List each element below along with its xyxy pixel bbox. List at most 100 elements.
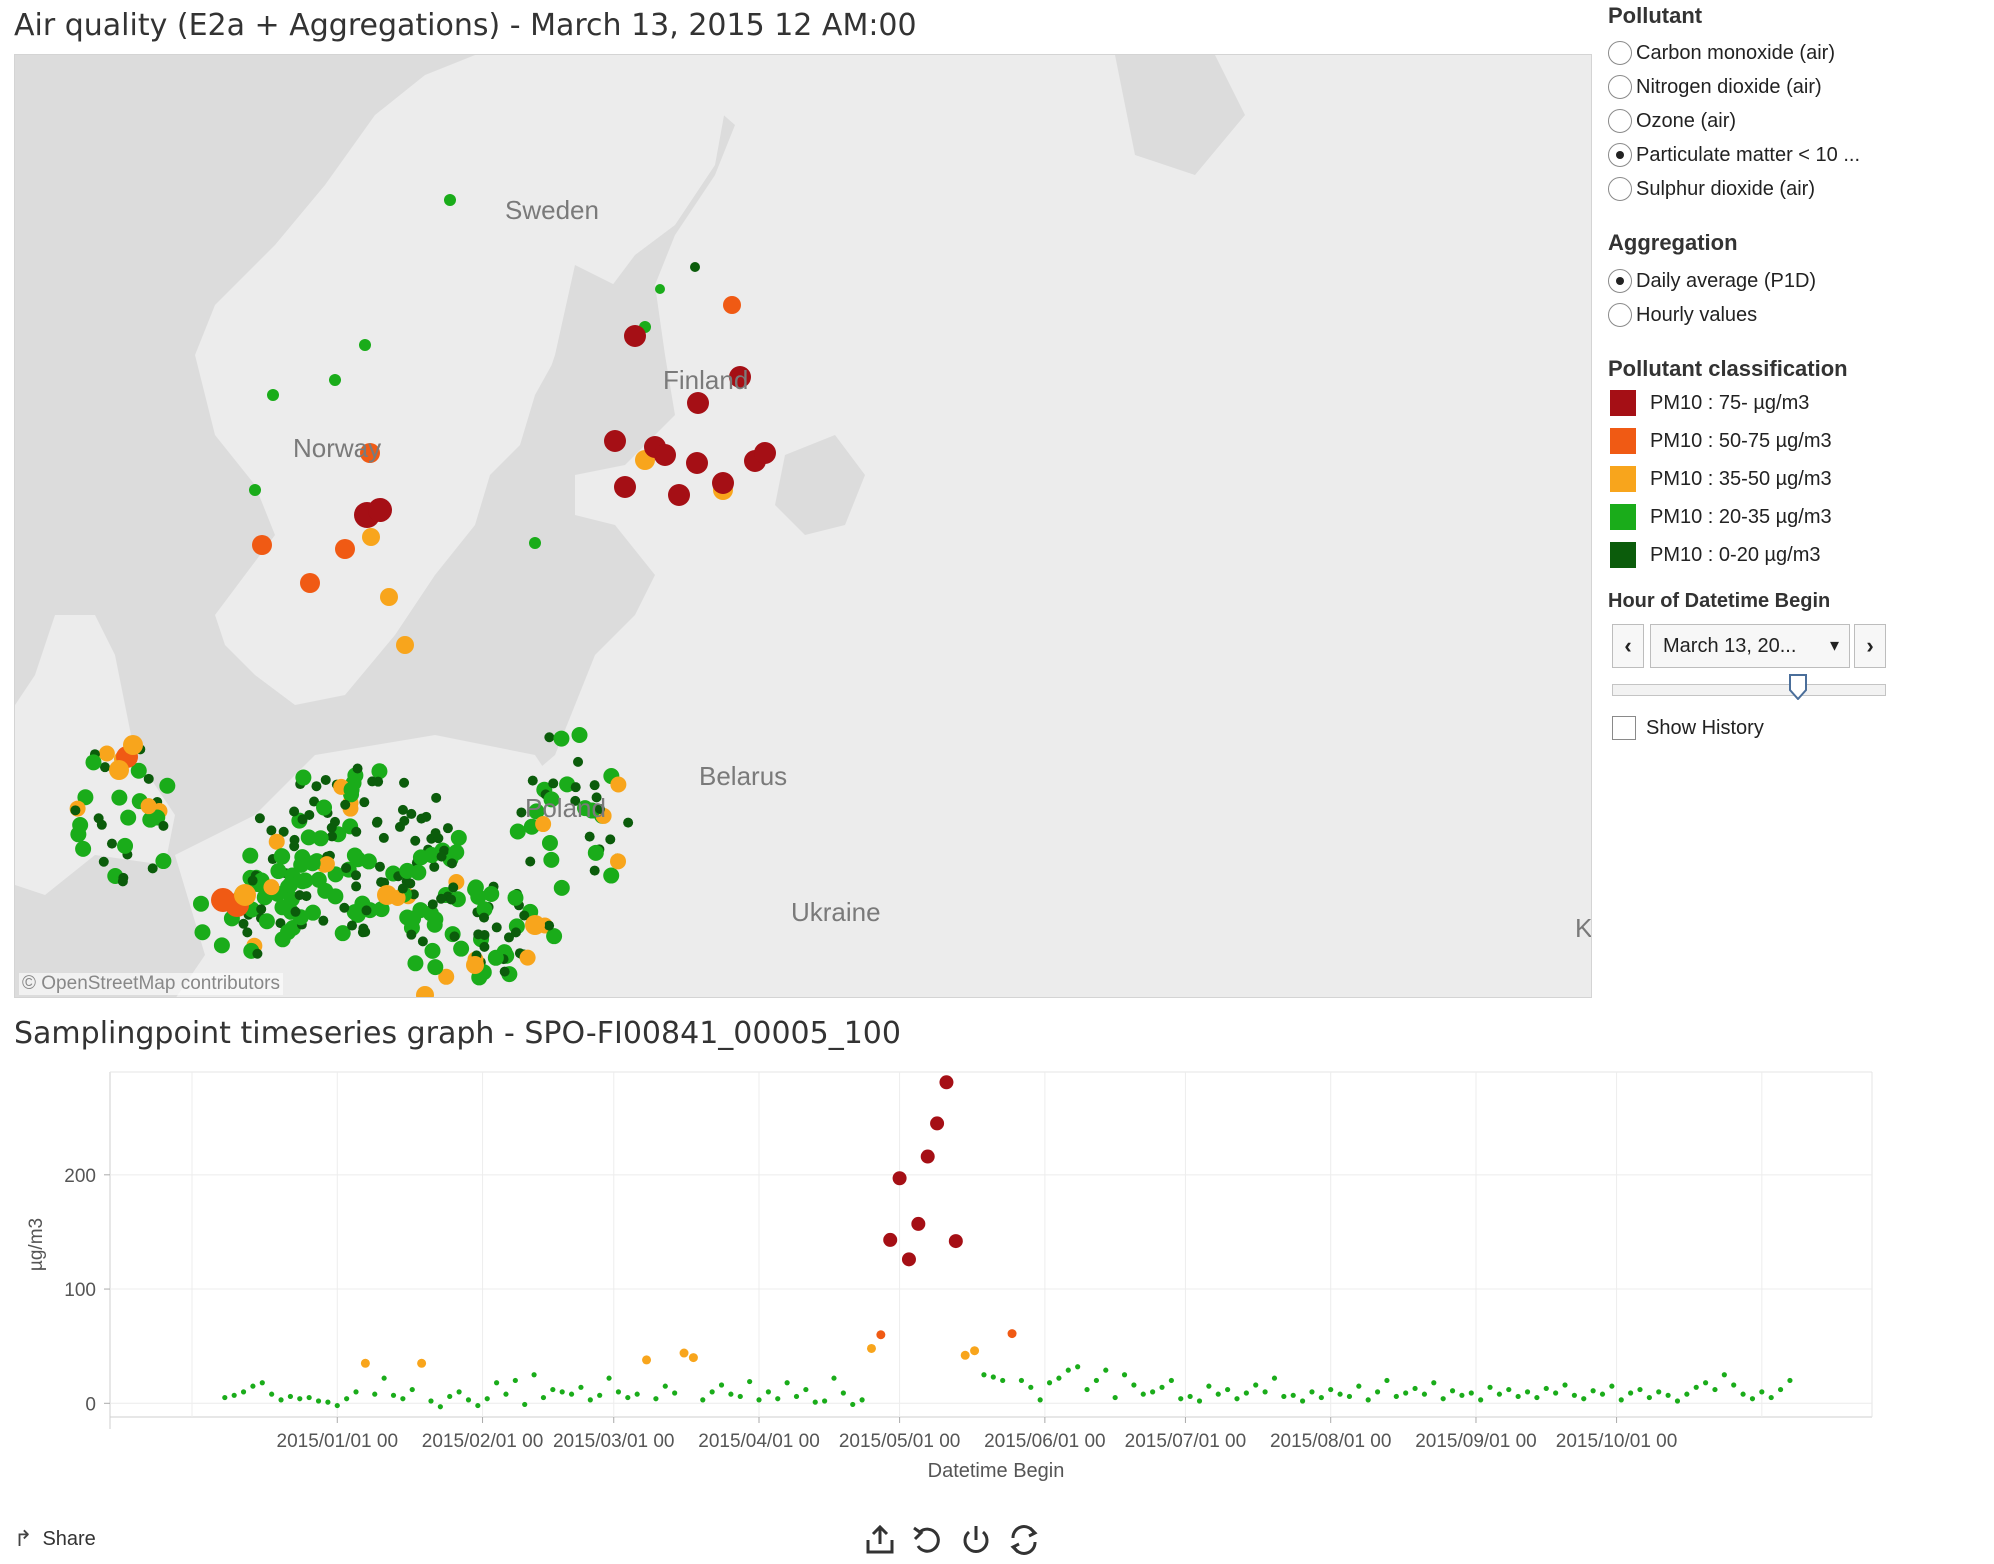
data-point bbox=[1721, 1372, 1727, 1378]
legend-item-20-35[interactable]: PM10 : 20-35 µg/m3 bbox=[1610, 502, 1832, 532]
data-point bbox=[709, 1389, 715, 1395]
hour-slider-thumb[interactable] bbox=[1789, 674, 1808, 700]
map-canvas[interactable] bbox=[15, 55, 1592, 998]
hour-filter-title: Hour of Datetime Begin bbox=[1608, 590, 1831, 612]
data-point bbox=[642, 1355, 652, 1365]
radio-hourly-values[interactable]: Hourly values bbox=[1608, 300, 1757, 330]
station-marker bbox=[294, 890, 305, 901]
station-marker bbox=[427, 959, 444, 976]
graph-title: Samplingpoint timeseries graph - SPO-FI0… bbox=[14, 1016, 901, 1051]
data-point bbox=[334, 1402, 340, 1409]
station-marker bbox=[399, 815, 410, 826]
refresh-icon[interactable] bbox=[1006, 1522, 1042, 1558]
data-point bbox=[465, 1397, 472, 1403]
hour-dropdown-value: March 13, 20... bbox=[1663, 634, 1797, 657]
station-marker bbox=[238, 918, 249, 929]
map-label-sweden: Sweden bbox=[505, 195, 599, 225]
station-marker bbox=[754, 442, 776, 464]
x-axis-title: Datetime Begin bbox=[928, 1460, 1065, 1482]
show-history-checkbox[interactable] bbox=[1612, 716, 1636, 740]
revert-icon[interactable] bbox=[958, 1522, 994, 1558]
radio-nitrogen-dioxide[interactable]: Nitrogen dioxide (air) bbox=[1608, 72, 1822, 102]
legend-item-35-50[interactable]: PM10 : 35-50 µg/m3 bbox=[1610, 464, 1832, 494]
data-point bbox=[1628, 1390, 1634, 1396]
radio-button[interactable] bbox=[1608, 75, 1632, 99]
data-point bbox=[948, 1234, 963, 1249]
data-point bbox=[1253, 1382, 1259, 1388]
radio-button[interactable] bbox=[1608, 303, 1632, 327]
radio-button[interactable] bbox=[1608, 109, 1632, 133]
share-export-icon[interactable] bbox=[862, 1522, 898, 1558]
station-marker bbox=[329, 816, 340, 827]
station-marker bbox=[340, 799, 351, 810]
data-point bbox=[578, 1384, 584, 1390]
station-marker bbox=[605, 834, 616, 845]
timeseries-chart[interactable]: 0 100 200 2015/01/01 00 2015/02/01 00 2015/03… bbox=[14, 1062, 1894, 1490]
previous-hour-button[interactable]: ‹ bbox=[1612, 624, 1644, 668]
data-point bbox=[1487, 1384, 1493, 1390]
hour-dropdown[interactable]: March 13, 20... ▾ bbox=[1650, 624, 1850, 668]
legend-item-0-20[interactable]: PM10 : 0-20 µg/m3 bbox=[1610, 540, 1821, 570]
data-point bbox=[1187, 1393, 1193, 1400]
legend-swatch bbox=[1610, 542, 1636, 568]
radio-daily-average[interactable]: Daily average (P1D) bbox=[1608, 266, 1816, 296]
station-marker bbox=[99, 762, 110, 773]
radio-button[interactable] bbox=[1608, 41, 1632, 65]
data-point bbox=[728, 1391, 734, 1397]
legend-item-75-plus[interactable]: PM10 : 75- µg/m3 bbox=[1610, 388, 1809, 418]
radio-button[interactable] bbox=[1608, 177, 1632, 201]
map-attribution[interactable]: © OpenStreetMap contributors bbox=[19, 973, 283, 995]
station-marker bbox=[686, 452, 708, 474]
data-point bbox=[1609, 1383, 1615, 1389]
air-quality-map[interactable]: Sweden Finland Norway Belarus Poland Ukr… bbox=[14, 54, 1592, 998]
data-point bbox=[1431, 1380, 1437, 1386]
next-hour-button[interactable]: › bbox=[1854, 624, 1886, 668]
data-point bbox=[981, 1372, 987, 1378]
undo-icon[interactable] bbox=[910, 1522, 946, 1558]
data-point bbox=[1140, 1391, 1146, 1397]
data-point bbox=[1328, 1386, 1334, 1393]
data-point bbox=[456, 1389, 462, 1395]
station-marker bbox=[610, 853, 627, 870]
data-point bbox=[484, 1396, 490, 1402]
radio-button[interactable] bbox=[1608, 269, 1632, 293]
data-point bbox=[1093, 1377, 1100, 1384]
radio-carbon-monoxide[interactable]: Carbon monoxide (air) bbox=[1608, 38, 1835, 68]
station-marker bbox=[610, 776, 627, 793]
data-point bbox=[278, 1397, 284, 1403]
data-point bbox=[672, 1390, 678, 1396]
station-marker bbox=[487, 949, 504, 966]
hour-slider-track[interactable] bbox=[1612, 684, 1886, 696]
x-tick-label: 2015/01/01 00 bbox=[277, 1431, 399, 1452]
data-point bbox=[1243, 1390, 1249, 1396]
radio-label: Hourly values bbox=[1636, 303, 1758, 326]
station-marker bbox=[431, 792, 442, 803]
station-marker bbox=[120, 809, 137, 826]
station-marker bbox=[96, 819, 107, 830]
data-point bbox=[1018, 1377, 1025, 1384]
radio-button[interactable] bbox=[1608, 143, 1632, 167]
station-marker bbox=[242, 847, 259, 864]
radio-sulphur-dioxide[interactable]: Sulphur dioxide (air) bbox=[1608, 174, 1815, 204]
share-label: Share bbox=[42, 1527, 96, 1550]
y-tick-label: 200 bbox=[64, 1166, 96, 1187]
station-marker bbox=[70, 826, 87, 843]
station-marker bbox=[295, 769, 312, 786]
station-marker bbox=[426, 916, 443, 933]
radio-ozone[interactable]: Ozone (air) bbox=[1608, 106, 1736, 136]
radio-particulate-matter[interactable]: Particulate matter < 10 ... bbox=[1608, 140, 1860, 170]
y-tick-label: 100 bbox=[64, 1280, 96, 1301]
legend-label: PM10 : 20-35 µg/m3 bbox=[1650, 505, 1832, 528]
station-marker bbox=[85, 754, 102, 771]
data-point bbox=[512, 1377, 518, 1384]
share-button[interactable]: ↱ Share bbox=[14, 1526, 96, 1552]
station-marker bbox=[351, 881, 362, 892]
timeseries-chart-svg[interactable]: 0 100 200 2015/01/01 00 2015/02/01 00 2015/03… bbox=[14, 1062, 1894, 1490]
data-point bbox=[866, 1343, 876, 1353]
data-point bbox=[1496, 1391, 1503, 1397]
data-point bbox=[1553, 1390, 1559, 1396]
data-point bbox=[679, 1348, 689, 1358]
data-point bbox=[1768, 1394, 1774, 1401]
legend-item-50-75[interactable]: PM10 : 50-75 µg/m3 bbox=[1610, 426, 1832, 456]
station-marker bbox=[252, 948, 263, 959]
